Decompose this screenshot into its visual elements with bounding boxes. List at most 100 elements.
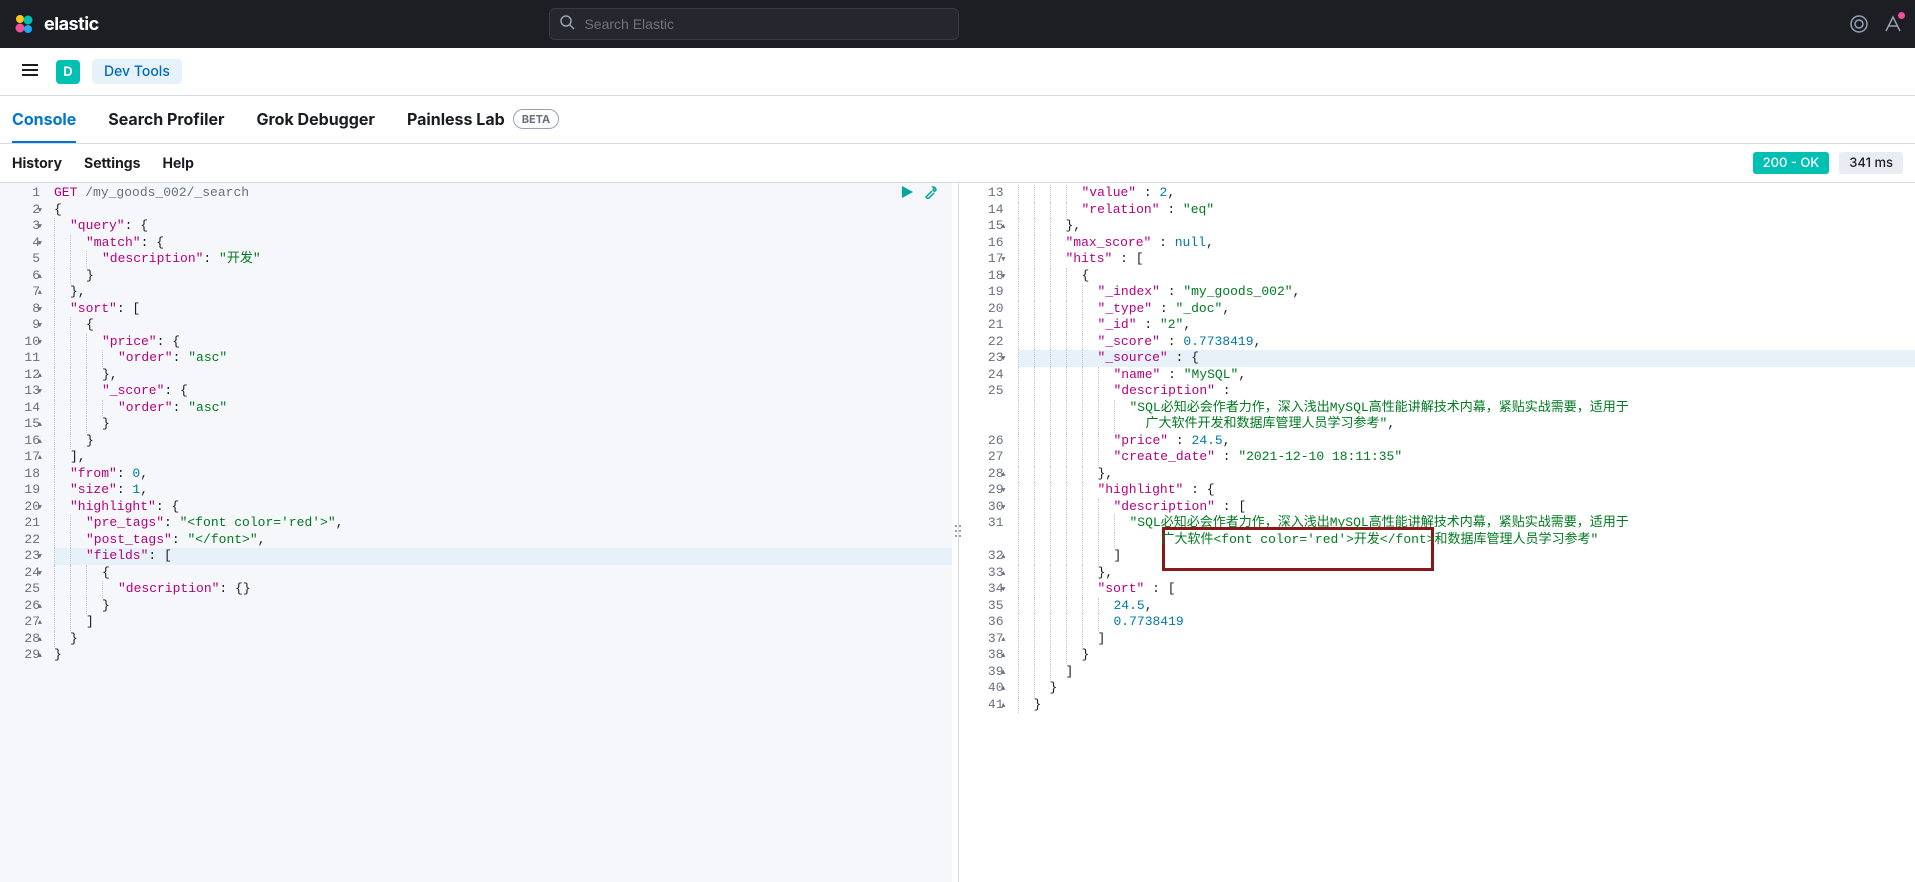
toolbar-right: 200 - OK 341 ms xyxy=(1753,152,1903,174)
tab-painless-lab[interactable]: Painless Lab BETA xyxy=(407,97,559,143)
code-line: } xyxy=(54,598,952,615)
status-badge: 200 - OK xyxy=(1753,152,1830,174)
code-line: "description" : xyxy=(1018,383,1915,400)
code-line: } xyxy=(54,416,952,433)
request-gutter: 12▼3▼4▼56▲7▲8▼9▼10▼1112▲13▼1415▲16▲17▲18… xyxy=(0,183,50,882)
timing-badge: 341 ms xyxy=(1839,152,1903,174)
request-pane: 12▼3▼4▼56▲7▲8▼9▼10▼1112▲13▼1415▲16▲17▲18… xyxy=(0,183,952,882)
code-line: "price" : 24.5, xyxy=(1018,433,1915,450)
code-line: "hits" : [ xyxy=(1018,251,1915,268)
code-line: } xyxy=(1018,697,1915,714)
code-line: }, xyxy=(54,284,952,301)
code-line: } xyxy=(54,268,952,285)
search-input[interactable] xyxy=(549,8,959,40)
code-line: "description" : [ xyxy=(1018,499,1915,516)
newsfeed-icon[interactable] xyxy=(1883,14,1903,34)
code-line: "order": "asc" xyxy=(54,350,952,367)
code-line: "_type" : "_doc", xyxy=(1018,301,1915,318)
code-line: "highlight": { xyxy=(54,499,952,516)
code-line: "_id" : "2", xyxy=(1018,317,1915,334)
beta-badge: BETA xyxy=(513,109,560,129)
editor-split: 12▼3▼4▼56▲7▲8▼9▼10▼1112▲13▼1415▲16▲17▲18… xyxy=(0,183,1915,882)
code-line: "create_date" : "2021-12-10 18:11:35" xyxy=(1018,449,1915,466)
toolbar-left: History Settings Help xyxy=(12,155,194,172)
code-line: "size": 1, xyxy=(54,482,952,499)
code-line: "SQL必知必会作者力作，深入浅出MySQL高性能讲解技术内幕，紧贴实战需要，适… xyxy=(1018,400,1915,417)
code-line: "match": { xyxy=(54,235,952,252)
toolbar-history[interactable]: History xyxy=(12,155,62,172)
code-line: ] xyxy=(1018,664,1915,681)
code-line: 0.7738419 xyxy=(1018,614,1915,631)
toolbar-settings[interactable]: Settings xyxy=(84,155,140,172)
code-line: ] xyxy=(1018,631,1915,648)
code-line: } xyxy=(1018,647,1915,664)
code-line: "price": { xyxy=(54,334,952,351)
code-line: 24.5, xyxy=(1018,598,1915,615)
code-line: "sort" : [ xyxy=(1018,581,1915,598)
code-line: GET /my_goods_002/_search xyxy=(54,185,952,202)
code-line: "relation" : "eq" xyxy=(1018,202,1915,219)
response-pane: 131415▲1617▼18▼1920212223▼2425262728▲29▼… xyxy=(964,183,1915,882)
notification-dot xyxy=(1897,11,1906,20)
code-line: ] xyxy=(54,614,952,631)
code-line: "_source" : { xyxy=(1018,350,1915,367)
code-line: "value" : 2, xyxy=(1018,185,1915,202)
tab-label: Painless Lab xyxy=(407,109,505,129)
tab-label: Search Profiler xyxy=(108,109,224,129)
code-line: }, xyxy=(1018,565,1915,582)
code-line: "_index" : "my_goods_002", xyxy=(1018,284,1915,301)
code-line: 广大软件<font color='red'>开发</font>和数据库管理人员学… xyxy=(1018,532,1915,549)
tab-label: Grok Debugger xyxy=(257,109,375,129)
help-icon[interactable] xyxy=(1849,14,1869,34)
code-line: "query": { xyxy=(54,218,952,235)
code-line: ] xyxy=(1018,548,1915,565)
code-line: "order": "asc" xyxy=(54,400,952,417)
split-handle-icon[interactable] xyxy=(954,521,962,545)
code-line: } xyxy=(54,433,952,450)
code-line: "post_tags": "</font>", xyxy=(54,532,952,549)
app-pill[interactable]: Dev Tools xyxy=(92,59,182,84)
response-gutter: 131415▲1617▼18▼1920212223▼2425262728▲29▼… xyxy=(964,183,1014,882)
code-line: "_score" : 0.7738419, xyxy=(1018,334,1915,351)
wrench-icon[interactable] xyxy=(924,185,938,205)
code-line: ], xyxy=(54,449,952,466)
code-line: "name" : "MySQL", xyxy=(1018,367,1915,384)
code-line: } xyxy=(54,631,952,648)
code-line: "SQL必知必会作者力作，深入浅出MySQL高性能讲解技术内幕，紧贴实战需要，适… xyxy=(1018,515,1915,532)
code-line: "_score": { xyxy=(54,383,952,400)
header-right xyxy=(1849,14,1903,34)
code-line: } xyxy=(54,647,952,664)
request-actions xyxy=(900,185,938,205)
code-line: "pre_tags": "<font color='red'>", xyxy=(54,515,952,532)
tab-console[interactable]: Console xyxy=(12,97,76,143)
app-badge: D xyxy=(56,60,80,84)
top-header: elastic xyxy=(0,0,1915,48)
menu-icon[interactable] xyxy=(16,56,44,88)
response-code[interactable]: "value" : 2, "relation" : "eq" }, "max_s… xyxy=(1014,183,1915,882)
code-line: 广大软件开发和数据库管理人员学习参考", xyxy=(1018,416,1915,433)
search-icon xyxy=(559,14,575,34)
run-icon[interactable] xyxy=(900,185,914,205)
tab-label: Console xyxy=(12,109,76,129)
code-line: "fields": [ xyxy=(54,548,952,565)
code-line: "description": {} xyxy=(54,581,952,598)
sub-header: D Dev Tools xyxy=(0,48,1915,96)
code-line: { xyxy=(1018,268,1915,285)
code-line: }, xyxy=(1018,466,1915,483)
logo[interactable]: elastic xyxy=(12,12,99,36)
code-line: "sort": [ xyxy=(54,301,952,318)
code-line: } xyxy=(1018,680,1915,697)
brand-text: elastic xyxy=(44,14,99,35)
request-code[interactable]: GET /my_goods_002/_search { "query": { "m… xyxy=(50,183,952,882)
code-line: "description": "开发" xyxy=(54,251,952,268)
toolbar-help[interactable]: Help xyxy=(163,155,194,172)
tabs-bar: Console Search Profiler Grok Debugger Painl… xyxy=(0,96,1915,144)
code-line: "highlight" : { xyxy=(1018,482,1915,499)
code-line: "max_score" : null, xyxy=(1018,235,1915,252)
code-line: { xyxy=(54,317,952,334)
splitter[interactable] xyxy=(952,183,964,882)
tab-grok-debugger[interactable]: Grok Debugger xyxy=(257,97,375,143)
elastic-logo-icon xyxy=(12,12,36,36)
code-line: }, xyxy=(54,367,952,384)
tab-search-profiler[interactable]: Search Profiler xyxy=(108,97,224,143)
